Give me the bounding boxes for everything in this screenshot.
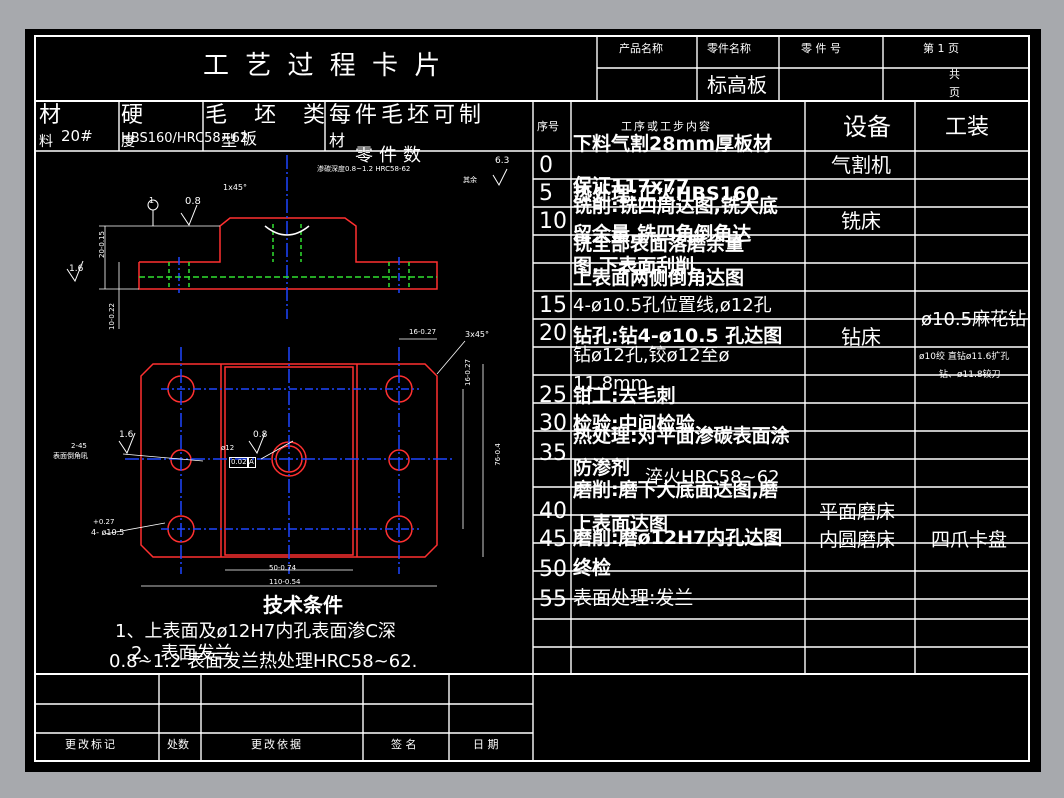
content-header: 工序或工步内容 (621, 120, 712, 133)
row-seq: 55 (539, 587, 567, 612)
equipment-header: 设备 (843, 113, 891, 141)
product-name-label: 产品名称 (619, 42, 663, 55)
row-content: 铣削:铣四周达图,铣大底 (573, 195, 778, 217)
change-mark-label: 更改标记 (65, 738, 117, 751)
dim-height-4: 10-0.22 (108, 302, 117, 331)
roughness-08b: 0.8 (253, 430, 268, 440)
row-content: 防渗剂 (573, 457, 631, 479)
hole-tol: +0.27 (93, 518, 115, 526)
part-name-value: 标高板 (707, 73, 767, 97)
row-equipment: 平面磨床 (819, 501, 896, 523)
tech-line-1: 1、上表面及ø12H7内孔表面渗C深 (115, 621, 396, 642)
flatness-frame: 0.02 (229, 457, 249, 468)
dim-width-2: 110-0.54 (269, 578, 301, 586)
roughness-08: 0.8 (185, 196, 201, 207)
roughness-16: 1.6 (69, 264, 84, 274)
part-number-label: 零 件 号 (801, 42, 841, 55)
row-content: 4-ø10.5孔位置线,ø12孔 (573, 295, 772, 316)
row-seq: 15 (539, 293, 567, 318)
per-blank-label: 每件毛坯可制 (329, 103, 486, 128)
seq-header: 序号 (537, 120, 559, 133)
page-label: 第 1 页 (923, 42, 959, 55)
date-label: 日 期 (473, 738, 499, 751)
tooling-header: 工装 (945, 115, 990, 140)
hole-spec: 4- ø10.5 (91, 528, 125, 537)
row-equipment: 气割机 (831, 153, 891, 177)
part-name-label: 零件名称 (707, 42, 751, 55)
blank-type-label: 毛 坯 类 (205, 103, 335, 128)
change-basis-label: 更改依据 (251, 738, 303, 751)
row-content: 磨削:磨ø12H7内孔达图 (573, 527, 783, 549)
dim-width-1: 50-0.74 (269, 564, 297, 572)
dim-height-1: 20-0.15 (98, 230, 107, 259)
row-content: 钳工:去毛刺 (573, 385, 676, 407)
top-view (104, 338, 484, 587)
row-content: 热处理:对平面渗碳表面涂 (573, 425, 790, 447)
row-equipment: 铣床 (841, 209, 881, 233)
tech-title: 技术条件 (263, 593, 343, 617)
row-seq: 0 (539, 153, 553, 178)
chamfer-note: 2-45 (71, 442, 87, 450)
material-value: 20# (61, 127, 93, 145)
row-seq: 5 (539, 181, 553, 206)
row-tooling: ø10.5麻花钻 (921, 309, 1027, 330)
blank-type-label-2: 型 (221, 131, 238, 150)
tooling-note-2: 钻、ø11.8铰刀 (939, 370, 1001, 380)
row-content: 上表面两侧倒角达图 (573, 267, 745, 289)
chamfer-label-2: 3x45° (465, 330, 490, 339)
sign-label: 签 名 (391, 738, 417, 751)
row-content: 终检 (573, 557, 612, 579)
dim-top: 16-0.27 (409, 328, 437, 336)
remaining-label: 其余 (463, 176, 477, 184)
per-blank-label-2: 材 (329, 131, 346, 150)
front-view (99, 155, 438, 329)
center-hole-label: ø12 (221, 444, 235, 452)
total-label: 共 (949, 68, 960, 81)
dim-height-3: 16-0.27 (464, 358, 473, 387)
part-count-label: 零件数 (355, 145, 427, 166)
count-label: 处数 (167, 738, 189, 751)
tooling-note-1: ø10绞 直钻ø11.6扩孔 (919, 352, 1010, 362)
roughness-16b: 1.6 (119, 430, 134, 440)
datum-a: A (247, 457, 256, 468)
card-title: 工 艺 过 程 卡 片 (203, 51, 445, 81)
material-label: 材 (39, 103, 62, 128)
hardness-label: 硬 (121, 103, 144, 128)
row-content: 钻ø12孔,铰ø12至ø (573, 345, 730, 366)
tech-line-2b: 2、表面发兰 (131, 643, 233, 664)
roughness-63: 6.3 (495, 156, 510, 166)
row-seq: 20 (539, 321, 567, 346)
row-tooling: 四爪卡盘 (931, 529, 1008, 551)
row-content: 表面处理:发兰 (573, 587, 694, 609)
row-content: 钻孔:钻4-ø10.5 孔达图 (573, 325, 783, 347)
row-seq: 50 (539, 557, 567, 582)
row-equipment: 内圆磨床 (819, 529, 896, 551)
row-content: 下料气割28mm厚板材 (573, 133, 773, 155)
chamfer-note-2: 表面倒角吼 (53, 452, 88, 460)
chamfer-label: 1x45° (223, 183, 248, 192)
row-seq: 30 (539, 411, 567, 436)
row-equipment: 钻床 (841, 325, 881, 349)
row-seq: 45 (539, 527, 567, 552)
row-seq: 25 (539, 383, 567, 408)
row-seq: 40 (539, 499, 567, 524)
datum-1: 1 (149, 196, 155, 205)
row-content: 铣全部表面落磨余量 (573, 233, 745, 255)
row-seq: 10 (539, 209, 567, 234)
dim-height-2: 76-0.4 (493, 443, 502, 466)
page-unit: 页 (949, 86, 960, 99)
process-card-sheet: 工 艺 过 程 卡 片 产品名称 零件名称 零 件 号 第 1 页 标高板 共 … (25, 29, 1041, 772)
blank-type-value: 板 (241, 129, 258, 148)
row-seq: 35 (539, 441, 567, 466)
material-label-2: 料 (39, 134, 53, 150)
row-content: 磨削:磨下大底面达图,磨 (573, 479, 778, 501)
carburize-note: 渗碳深度0.8~1.2 HRC58-62 (317, 165, 411, 173)
